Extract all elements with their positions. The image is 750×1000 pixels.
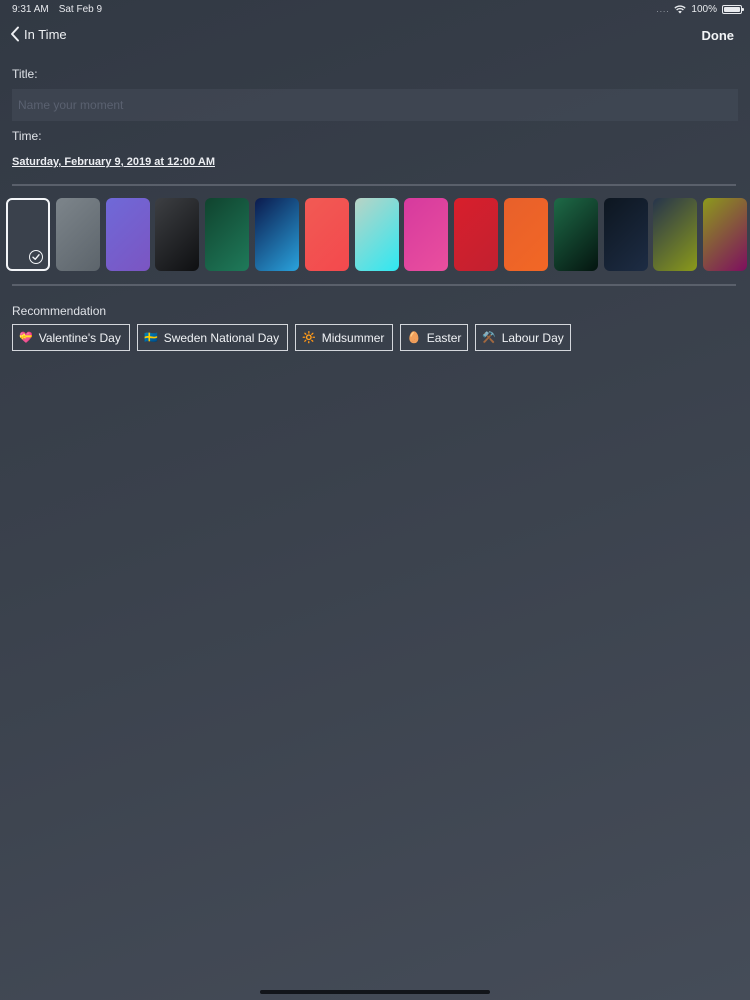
swatch-blue[interactable] xyxy=(255,198,299,271)
swatch-navy[interactable] xyxy=(604,198,648,271)
time-label: Time: xyxy=(12,129,42,143)
swatch-magenta-olive[interactable] xyxy=(703,198,747,271)
title-label: Title: xyxy=(12,67,38,81)
swatch-aqua[interactable] xyxy=(355,198,399,271)
chip-label: Midsummer xyxy=(321,330,385,345)
time-picker-link[interactable]: Saturday, February 9, 2019 at 12:00 AM xyxy=(12,156,215,168)
swatch-coral[interactable] xyxy=(305,198,349,271)
swatch-olive[interactable] xyxy=(653,198,697,271)
multitasking-dots: .... xyxy=(656,5,670,14)
navigation-bar: In Time Done xyxy=(0,26,750,48)
done-button[interactable]: Done xyxy=(702,28,735,43)
swatch-slate[interactable] xyxy=(6,198,50,271)
title-input[interactable] xyxy=(12,89,738,121)
status-time: 9:31 AM xyxy=(12,4,49,15)
wifi-icon xyxy=(674,5,687,14)
chip-emoji-icon: ⚒️ xyxy=(482,331,496,344)
chip-emoji-icon: 💝 xyxy=(19,331,33,344)
chip-label: Easter xyxy=(426,330,462,345)
swatch-red[interactable] xyxy=(454,198,498,271)
swatch-green[interactable] xyxy=(205,198,249,271)
checkmark-icon xyxy=(29,250,43,264)
back-label: In Time xyxy=(24,26,67,42)
chip-valentine-s-day[interactable]: 💝 Valentine's Day xyxy=(12,324,130,351)
chip-label: Sweden National Day xyxy=(163,330,280,345)
chip-emoji-icon: 🥚 xyxy=(407,331,421,344)
battery-percent: 100% xyxy=(691,4,717,15)
chip-labour-day[interactable]: ⚒️ Labour Day xyxy=(475,324,571,351)
chip-easter[interactable]: 🥚 Easter xyxy=(400,324,468,351)
battery-icon xyxy=(722,5,744,14)
chip-label: Labour Day xyxy=(501,330,564,345)
chip-emoji-icon: 🔆 xyxy=(302,331,316,344)
chip-midsummer[interactable]: 🔆 Midsummer xyxy=(295,324,393,351)
swatch-purple[interactable] xyxy=(106,198,150,271)
recommendation-label: Recommendation xyxy=(12,304,107,318)
divider-top xyxy=(12,184,736,186)
back-button[interactable]: In Time xyxy=(10,26,67,42)
swatch-orange[interactable] xyxy=(504,198,548,271)
status-bar: 9:31 AM Sat Feb 9 .... 100% xyxy=(0,0,750,18)
chip-emoji-icon: 🇸🇪 xyxy=(144,331,158,344)
status-date: Sat Feb 9 xyxy=(58,4,103,15)
divider-bottom xyxy=(12,284,736,286)
chip-sweden-national-day[interactable]: 🇸🇪 Sweden National Day xyxy=(137,324,288,351)
swatch-gray[interactable] xyxy=(56,198,100,271)
home-indicator xyxy=(260,990,490,994)
chip-label: Valentine's Day xyxy=(38,330,121,345)
chevron-left-icon xyxy=(11,26,19,42)
background-swatch-row xyxy=(6,198,750,271)
swatch-black[interactable] xyxy=(155,198,199,271)
swatch-pink[interactable] xyxy=(404,198,448,271)
swatch-dark-green[interactable] xyxy=(554,198,598,271)
